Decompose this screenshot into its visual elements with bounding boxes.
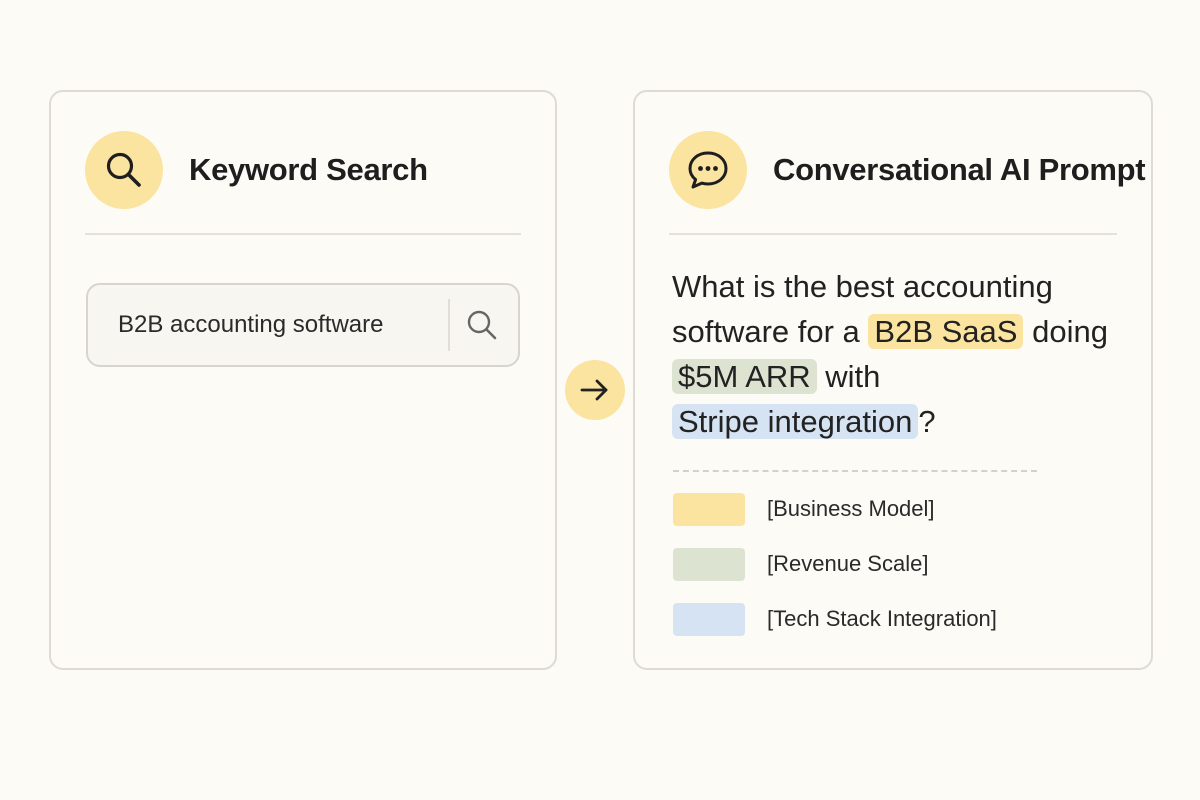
legend-swatch-tech-stack	[673, 602, 745, 636]
search-icon[interactable]	[465, 308, 499, 342]
search-button[interactable]	[464, 307, 500, 343]
conversational-prompt-title: Conversational AI Prompt	[773, 152, 1146, 187]
search-input-value[interactable]: B2B accounting software	[118, 285, 384, 365]
prompt-text-part: with	[816, 359, 881, 394]
header-divider	[669, 233, 1117, 235]
legend-item-revenue-scale: [Revenue Scale]	[673, 547, 928, 581]
search-separator	[448, 299, 450, 351]
keyword-search-card: Keyword Search B2B accounting software	[49, 90, 557, 670]
conversational-prompt-card: Conversational AI Prompt What is the bes…	[633, 90, 1153, 670]
highlight-tech-stack: Stripe integration	[672, 404, 919, 439]
search-input[interactable]: B2B accounting software	[86, 283, 520, 367]
search-icon	[85, 131, 163, 209]
legend-item-business-model: [Business Model]	[673, 492, 935, 526]
legend-label: [Business Model]	[767, 496, 935, 521]
legend-label: [Revenue Scale]	[767, 551, 929, 576]
header-divider	[85, 233, 521, 235]
legend-divider	[673, 470, 1037, 472]
legend-swatch-business-model	[673, 492, 745, 526]
legend-item-tech-stack: [Tech Stack Integration]	[673, 602, 997, 636]
keyword-search-title: Keyword Search	[189, 152, 428, 187]
prompt-text-part: doing	[1023, 314, 1108, 349]
highlight-business-model: B2B SaaS	[868, 314, 1024, 349]
arrow-right-icon	[565, 360, 625, 420]
legend-label: [Tech Stack Integration]	[767, 606, 997, 631]
prompt-text-part: ?	[918, 404, 936, 439]
legend-swatch-revenue-scale	[673, 547, 745, 581]
highlight-revenue-scale: $5M ARR	[672, 359, 817, 394]
keyword-search-header: Keyword Search	[85, 130, 428, 210]
conversational-prompt-header: Conversational AI Prompt	[669, 130, 1146, 210]
chat-bubble-icon	[669, 131, 747, 209]
prompt-text: What is the best accounting software for…	[672, 264, 1112, 444]
